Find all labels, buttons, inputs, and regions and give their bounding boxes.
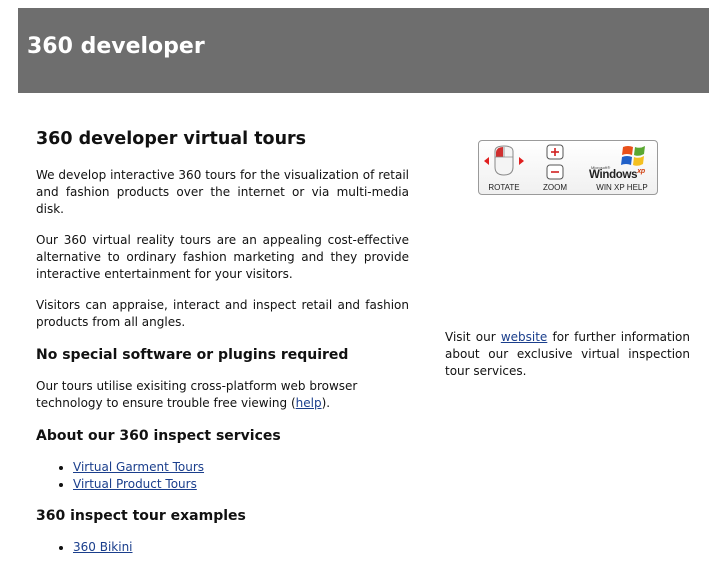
virtual-product-tours-link[interactable]: Virtual Product Tours bbox=[73, 477, 197, 491]
examples-heading: 360 inspect tour examples bbox=[36, 508, 246, 524]
rotate-label: ROTATE bbox=[488, 183, 520, 192]
zoom-controls: ZOOM bbox=[537, 141, 573, 194]
site-title: 360 developer bbox=[27, 34, 205, 59]
xp-superscript: xp bbox=[637, 168, 645, 175]
help-toolbar: ROTATE ZOOM Microsoft® Windowsxp WIN XP … bbox=[478, 140, 658, 195]
site-header: 360 developer bbox=[18, 8, 709, 93]
plugins-paragraph: Our tours utilise exisiting cross-platfo… bbox=[36, 378, 409, 412]
list-item: 360 Bikini bbox=[73, 539, 409, 556]
windows-flag-icon bbox=[621, 146, 645, 166]
main-content: 360 developer virtual tours We develop i… bbox=[36, 128, 409, 569]
list-item: Virtual Product Tours bbox=[73, 476, 409, 493]
360-bikini-link[interactable]: 360 Bikini bbox=[73, 540, 133, 554]
windows-word: Windows bbox=[589, 168, 638, 181]
website-link[interactable]: website bbox=[501, 330, 548, 344]
sidebar-text: Visit our bbox=[445, 330, 501, 344]
examples-list: 360 Bikini bbox=[36, 539, 409, 556]
services-list: Virtual Garment Tours Virtual Product To… bbox=[36, 459, 409, 493]
sidebar: Visit our website for further informatio… bbox=[445, 329, 690, 380]
services-heading: About our 360 inspect services bbox=[36, 428, 281, 444]
mouse-rotate-icon bbox=[484, 145, 524, 176]
rotate-button[interactable]: ROTATE bbox=[481, 141, 527, 194]
virtual-garment-tours-link[interactable]: Virtual Garment Tours bbox=[73, 460, 204, 474]
zoom-label: ZOOM bbox=[543, 183, 567, 192]
page-heading: 360 developer virtual tours bbox=[36, 129, 307, 149]
intro-paragraph: Our 360 virtual reality tours are an app… bbox=[36, 233, 409, 281]
windows-xp-logo: Windowsxp bbox=[589, 168, 645, 181]
plugins-text-end: ). bbox=[321, 396, 331, 410]
intro-paragraph: Visitors can appraise, interact and insp… bbox=[36, 298, 409, 329]
win-xp-help-button[interactable]: Microsoft® Windowsxp WIN XP HELP bbox=[587, 141, 657, 194]
sidebar-paragraph: Visit our website for further informatio… bbox=[445, 329, 690, 380]
list-item: Virtual Garment Tours bbox=[73, 459, 409, 476]
zoom-in-icon[interactable] bbox=[546, 144, 564, 160]
intro-paragraph: We develop interactive 360 tours for the… bbox=[36, 168, 409, 216]
plugins-heading: No special software or plugins required bbox=[36, 347, 349, 363]
help-link[interactable]: help bbox=[296, 396, 322, 410]
zoom-out-icon[interactable] bbox=[546, 164, 564, 180]
win-xp-help-label: WIN XP HELP bbox=[596, 183, 648, 192]
